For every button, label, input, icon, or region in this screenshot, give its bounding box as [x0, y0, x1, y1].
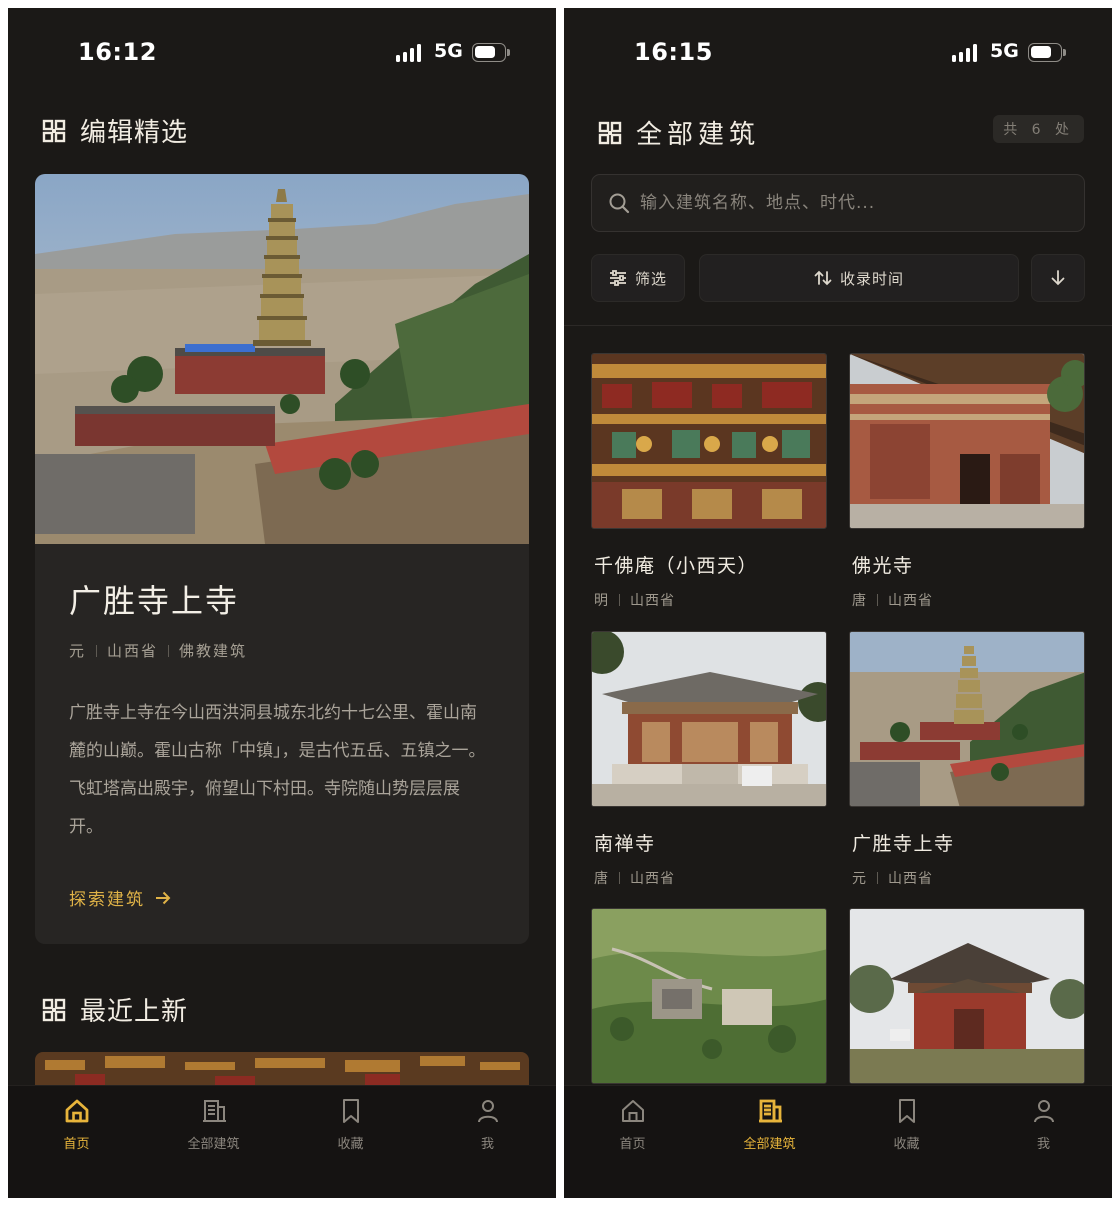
sort-direction-button[interactable] [1031, 254, 1085, 302]
network-type: 5G [434, 40, 463, 62]
featured-category: 佛教建筑 [179, 642, 248, 660]
building-thumbnail[interactable] [591, 353, 827, 529]
tab-label: 全部建筑 [743, 1137, 796, 1152]
recent-header: 最近上新 [42, 991, 188, 1028]
building-province: 山西省 [888, 593, 933, 609]
building-name: 广胜寺上寺 [852, 833, 955, 855]
network-type: 5G [990, 40, 1019, 62]
featured-description: 广胜寺上寺在今山西洪洞县城东北约十七公里、霍山南麓的山巅。霍山古称「中镇」，是古… [69, 703, 486, 837]
tab-label: 我 [1036, 1137, 1050, 1152]
arrow-right-icon [156, 891, 171, 904]
building-province: 山西省 [630, 593, 675, 609]
home-icon [65, 1099, 88, 1123]
building-province: 山西省 [630, 871, 675, 887]
building-card[interactable]: 广胜寺上寺 元 山西省 [849, 631, 1085, 888]
building-thumbnail[interactable] [591, 631, 827, 807]
search-input[interactable] [640, 193, 1084, 213]
tab-label: 我 [480, 1137, 494, 1152]
building-thumbnail[interactable] [849, 631, 1085, 807]
building-meta: 元 山西省 [849, 868, 1085, 888]
tab-home[interactable]: 首页 [8, 1086, 145, 1176]
search-bar[interactable] [591, 174, 1085, 232]
page-header: 全部建筑 [598, 114, 760, 151]
explore-label: 探索建筑 [69, 890, 145, 910]
building-era: 明 [594, 593, 609, 609]
building-era: 唐 [594, 871, 609, 887]
tab-all-buildings[interactable]: 全部建筑 [701, 1086, 838, 1176]
section-title: 编辑精选 [80, 118, 189, 148]
building-meta: 明 山西省 [591, 590, 827, 610]
building-card[interactable]: 千佛庵（小西天） 明 山西省 [591, 353, 827, 610]
building-era: 元 [852, 871, 867, 887]
divider [564, 325, 1112, 326]
building-era: 唐 [852, 593, 867, 609]
building-thumbnail[interactable] [591, 908, 827, 1084]
building-icon [758, 1099, 782, 1123]
app-logo-icon [42, 998, 66, 1021]
featured-card[interactable]: 广胜寺上寺 元 山西省 佛教建筑 广胜寺上寺在今山西洪洞县城东北约十七公里、霍山… [35, 174, 529, 944]
count-badge: 共 6 处 [993, 115, 1084, 143]
sliders-icon [609, 270, 626, 286]
building-meta: 唐 山西省 [849, 590, 1085, 610]
bookmark-icon [898, 1099, 915, 1123]
tab-label: 收藏 [893, 1137, 920, 1152]
tab-bar: 首页 全部建筑 收藏 我 [564, 1085, 1112, 1198]
editor-picks-header: 编辑精选 [42, 112, 188, 149]
building-card[interactable] [591, 908, 827, 1084]
status-time: 16:12 [78, 38, 157, 66]
battery-icon [472, 43, 510, 62]
building-thumbnail[interactable] [849, 908, 1085, 1084]
featured-era: 元 [69, 642, 87, 660]
tab-me[interactable]: 我 [975, 1086, 1112, 1176]
filter-label: 筛选 [634, 269, 667, 288]
building-card[interactable]: 南禅寺 唐 山西省 [591, 631, 827, 888]
all-buildings-screen: 16:15 5G 全部建筑 共 6 处 筛选 收录时间 [564, 8, 1112, 1198]
status-time: 16:15 [634, 38, 713, 66]
cellular-signal-icon [952, 44, 978, 62]
building-thumbnail[interactable] [849, 353, 1085, 529]
building-province: 山西省 [888, 871, 933, 887]
tab-me[interactable]: 我 [419, 1086, 556, 1176]
explore-button[interactable]: 探索建筑 [69, 885, 171, 910]
tab-favorites[interactable]: 收藏 [282, 1086, 419, 1176]
page-title: 全部建筑 [636, 120, 761, 150]
cellular-signal-icon [396, 44, 422, 62]
tab-label: 首页 [619, 1137, 646, 1152]
tab-home[interactable]: 首页 [564, 1086, 701, 1176]
app-logo-icon [42, 119, 66, 142]
home-screen: 16:12 5G 编辑精选 广胜寺上寺 元 山西省 佛教建筑 广胜寺上寺在今山西… [8, 8, 556, 1198]
bookmark-icon [342, 1099, 359, 1123]
featured-meta: 元 山西省 佛教建筑 [69, 640, 247, 661]
status-bar: 16:15 5G [564, 8, 1112, 98]
building-card[interactable] [849, 908, 1085, 1084]
battery-icon [1028, 43, 1066, 62]
featured-title: 广胜寺上寺 [69, 582, 240, 620]
tab-label: 全部建筑 [187, 1137, 240, 1152]
person-icon [1033, 1100, 1054, 1123]
tab-bar: 首页 全部建筑 收藏 我 [8, 1085, 556, 1198]
arrow-down-icon [1051, 270, 1065, 286]
building-icon [202, 1100, 226, 1122]
filter-button[interactable]: 筛选 [591, 254, 685, 302]
building-name: 南禅寺 [594, 833, 656, 855]
home-icon [621, 1100, 644, 1122]
building-card[interactable]: 佛光寺 唐 山西省 [849, 353, 1085, 610]
tab-favorites[interactable]: 收藏 [838, 1086, 975, 1176]
section-title: 最近上新 [80, 997, 189, 1027]
featured-image[interactable] [35, 174, 529, 544]
sort-icon [814, 270, 832, 286]
sort-field-button[interactable]: 收录时间 [699, 254, 1019, 302]
search-icon [609, 193, 630, 214]
status-bar: 16:12 5G [8, 8, 556, 98]
app-logo-icon [598, 121, 622, 144]
tab-label: 首页 [63, 1137, 90, 1152]
tab-all-buildings[interactable]: 全部建筑 [145, 1086, 282, 1176]
building-name: 佛光寺 [852, 555, 914, 577]
tab-label: 收藏 [337, 1137, 364, 1152]
building-meta: 唐 山西省 [591, 868, 827, 888]
building-name: 千佛庵（小西天） [594, 555, 759, 577]
featured-province: 山西省 [107, 642, 159, 660]
person-icon [477, 1100, 498, 1123]
sort-label: 收录时间 [839, 269, 904, 288]
